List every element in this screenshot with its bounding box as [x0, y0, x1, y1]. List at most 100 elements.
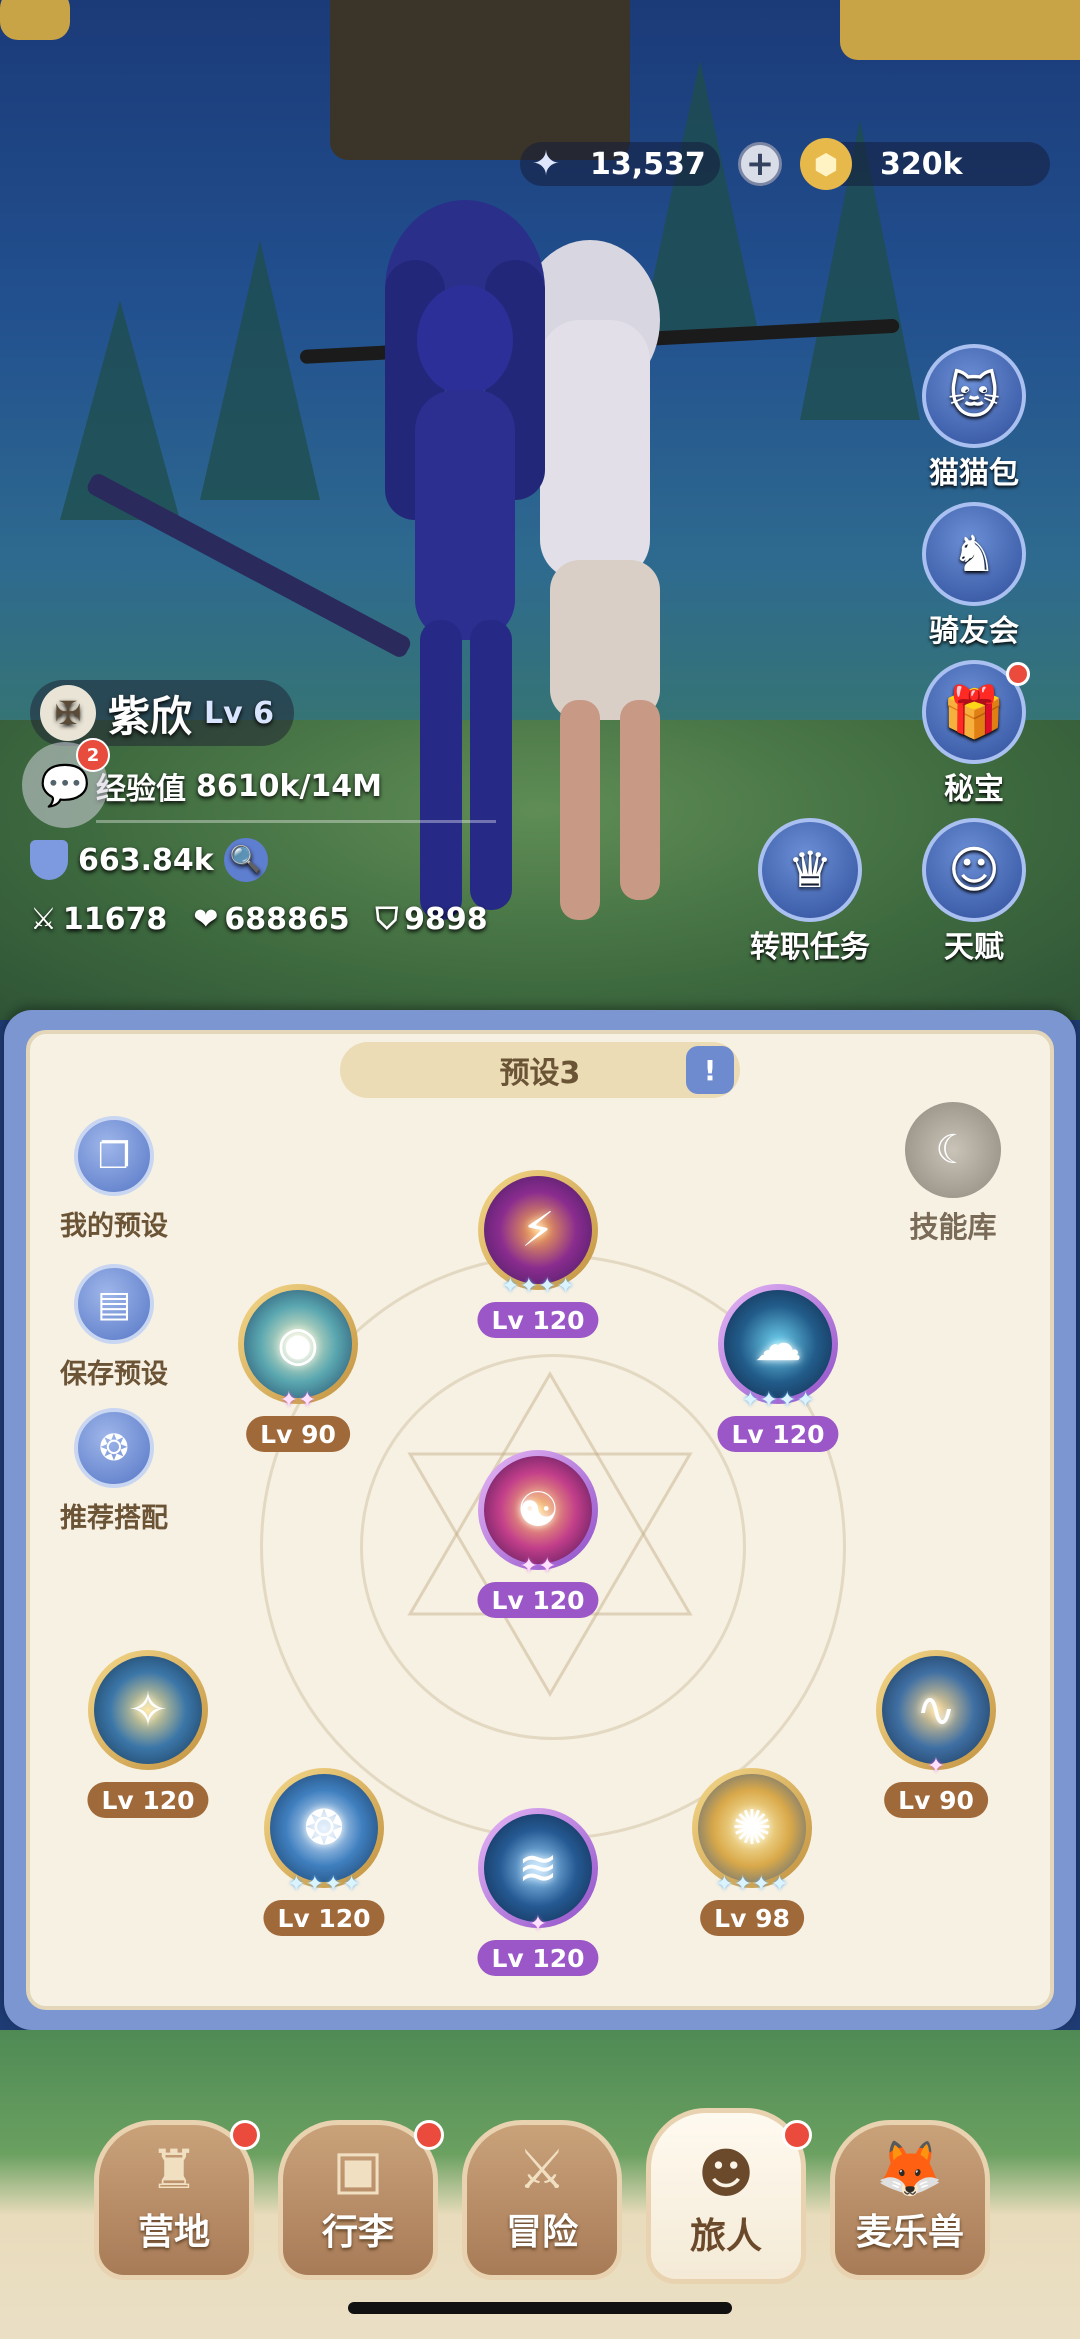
gold-currency-value: 320k	[880, 146, 963, 182]
traveler-avatar-icon: ☻	[697, 2142, 755, 2205]
skill-level-badge: Lv 120	[263, 1900, 385, 1936]
notification-dot	[1006, 662, 1030, 686]
notification-dot	[230, 2120, 260, 2150]
nav-adventure[interactable]: ⚔ 冒险	[462, 2120, 622, 2290]
nav-traveler-label: 旅人	[689, 2216, 762, 2257]
skill-slot-bottom-left-1[interactable]: ✧ Lv 120	[87, 1650, 209, 1818]
star-currency: ✦ 13,537 +	[520, 140, 782, 188]
exp-divider	[96, 820, 496, 823]
skill-library-button[interactable]: ☾ 技能库	[898, 1102, 1008, 1246]
nav-camp[interactable]: ♜ 营地	[94, 2120, 260, 2290]
cat-bag-icon: 🐱	[922, 344, 1026, 448]
player-name: 紫欣	[108, 691, 193, 741]
fox-pet-icon: 🦊	[876, 2137, 944, 2200]
notification-dot	[782, 2120, 812, 2150]
whirlwind-skill-icon: ❂	[270, 1774, 378, 1882]
skill-library-icon: ☾	[905, 1102, 1001, 1198]
skill-slot-center[interactable]: ☯ ✦✦ Lv 120	[477, 1450, 599, 1618]
starburst-skill-icon: ✺	[698, 1774, 806, 1882]
skill-slot-bottom-left-2[interactable]: ❂ ✦✦✦✦ Lv 120	[263, 1768, 385, 1936]
skill-slot-bottom-right-1[interactable]: ∿ ✦ Lv 90	[876, 1650, 996, 1818]
treasure-button[interactable]: 🎁 秘宝	[914, 660, 1034, 808]
castle-icon: ♜	[149, 2138, 199, 2201]
skill-level-badge: Lv 120	[477, 1302, 599, 1338]
swirl-skill-icon: ☯	[484, 1456, 592, 1564]
shield-icon	[30, 840, 68, 880]
add-currency-button[interactable]: +	[738, 142, 782, 186]
lightning-flame-skill-icon: ⚡	[484, 1176, 592, 1284]
thunder-skill-icon: ✧	[94, 1656, 202, 1764]
skill-stars: ✦✦	[519, 1554, 557, 1579]
gold-coin-icon: ⬢	[800, 138, 852, 190]
my-presets-button[interactable]: ❐ 我的预设	[44, 1116, 184, 1243]
save-icon: ▤	[74, 1264, 154, 1344]
nav-pet[interactable]: 🦊 麦乐兽	[830, 2120, 990, 2290]
skill-slot-left-top[interactable]: ◉ ✦✦ Lv 90	[238, 1284, 358, 1452]
talent-button[interactable]: ☺ 天赋	[914, 818, 1034, 966]
skill-stars: ✦	[926, 1754, 946, 1779]
job-change-quest-button[interactable]: ♛ 转职任务	[740, 818, 880, 966]
save-preset-button[interactable]: ▤ 保存预设	[44, 1264, 184, 1391]
skill-level-badge: Lv 90	[884, 1782, 988, 1818]
recommended-combo-button[interactable]: ❂ 推荐搭配	[44, 1408, 184, 1535]
chat-button[interactable]: 💬 2	[22, 738, 110, 828]
backpack-icon: ▣	[332, 2138, 384, 2201]
recommend-icon: ❂	[74, 1408, 154, 1488]
skill-slot-right-top[interactable]: ☁ ✦✦✦✦ Lv 120	[717, 1284, 839, 1452]
skill-stars: ✦✦✦✦	[715, 1872, 789, 1897]
attack-icon: ⚔	[30, 902, 57, 937]
hp-value: 688865	[224, 902, 350, 937]
rock	[330, 0, 630, 160]
exp-line: 经验值 8610k/14M	[96, 764, 488, 808]
wave-skill-icon: ≋	[484, 1814, 592, 1922]
chat-badge: 2	[76, 738, 110, 772]
skill-slot-bottom-center[interactable]: ≋ ✦ Lv 120	[477, 1808, 599, 1976]
rock	[840, 0, 1080, 60]
gold-currency: ⬢ 320k	[800, 138, 1050, 190]
talent-label: 天赋	[944, 930, 1004, 965]
treasure-label: 秘宝	[944, 772, 1004, 807]
player-level: Lv 6	[204, 695, 275, 731]
power-value: 663.84k	[78, 842, 214, 878]
nav-camp-label: 营地	[137, 2212, 210, 2253]
skill-level-badge: Lv 120	[717, 1416, 839, 1452]
nav-traveler[interactable]: ☻ 旅人	[646, 2108, 812, 2284]
crown-job-icon: ♛	[758, 818, 862, 922]
nav-luggage-label: 行李	[321, 2212, 394, 2253]
cards-icon: ❐	[74, 1116, 154, 1196]
nav-luggage[interactable]: ▣ 行李	[278, 2120, 444, 2290]
skill-stars: ✦	[528, 1912, 548, 1937]
player-name-pill[interactable]: ✠ 紫欣 Lv 6	[30, 680, 295, 746]
horse-icon: ♞	[922, 502, 1026, 606]
preset-tab[interactable]: 预设3 !	[340, 1042, 740, 1098]
tide-skill-icon: ∿	[882, 1656, 990, 1764]
attack-value: 11678	[62, 902, 168, 937]
nav-pet-label: 麦乐兽	[855, 2212, 964, 2253]
preset-info-icon[interactable]: !	[686, 1046, 734, 1094]
light-orb-skill-icon: ◉	[244, 1290, 352, 1398]
skill-stars: ✦✦✦✦	[501, 1274, 575, 1299]
home-indicator[interactable]	[348, 2302, 732, 2314]
tree	[200, 240, 320, 500]
cat-bag-button[interactable]: 🐱 猫猫包	[914, 344, 1034, 492]
heart-icon: ❤	[193, 902, 219, 937]
skill-slot-top[interactable]: ⚡ ✦✦✦✦ Lv 120	[477, 1170, 599, 1338]
star-currency-value: 13,537	[590, 146, 706, 182]
defense-icon: ⛉	[375, 902, 399, 937]
skill-level-badge: Lv 90	[246, 1416, 350, 1452]
skill-slot-bottom-right-2[interactable]: ✺ ✦✦✦✦ Lv 98	[692, 1768, 812, 1936]
exp-label: 经验值	[96, 772, 186, 807]
shadow-beast-skill-icon: ☁	[724, 1290, 832, 1398]
preset-title: 预设3	[499, 1056, 581, 1091]
skill-library-label: 技能库	[909, 1210, 997, 1244]
rider-club-label: 骑友会	[929, 614, 1019, 649]
skill-stars: ✦✦✦✦	[741, 1388, 815, 1413]
rider-club-button[interactable]: ♞ 骑友会	[914, 502, 1034, 650]
search-power-icon[interactable]: 🔍	[223, 838, 268, 882]
skill-level-badge: Lv 120	[87, 1782, 209, 1818]
defense-value: 9898	[404, 902, 488, 937]
skill-level-badge: Lv 120	[477, 1582, 599, 1618]
crossed-swords-icon: ⚔	[517, 2138, 567, 2201]
skill-stars: ✦✦✦✦	[287, 1872, 361, 1897]
skill-level-badge: Lv 98	[700, 1900, 804, 1936]
